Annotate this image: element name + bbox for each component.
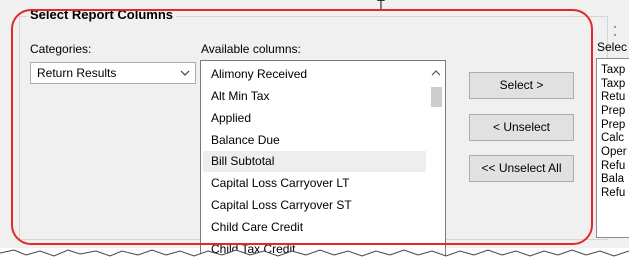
clipped-heading-glyph: T xyxy=(377,0,385,12)
unselect-button[interactable]: < Unselect xyxy=(469,114,574,141)
list-item[interactable]: Refu xyxy=(601,187,625,199)
torn-edge xyxy=(0,249,629,263)
list-item[interactable]: Taxp xyxy=(601,64,625,76)
list-item-selected[interactable]: Bill Subtotal xyxy=(203,151,426,172)
list-item[interactable]: Alt Min Tax xyxy=(203,86,426,107)
select-button[interactable]: Select > xyxy=(469,72,574,99)
list-item[interactable]: Retu xyxy=(601,91,625,103)
report-dialog: T Select Report Columns Categories: Retu… xyxy=(0,0,629,263)
list-item[interactable]: Oper xyxy=(601,146,627,158)
tick-mark xyxy=(614,26,616,28)
available-columns-list[interactable]: Alimony Received Alt Min Tax Applied Bal… xyxy=(200,60,446,263)
list-item[interactable]: Bala xyxy=(601,173,624,185)
categories-label: Categories: xyxy=(30,42,92,56)
categories-dropdown[interactable]: Return Results xyxy=(30,62,196,84)
list-item[interactable]: Capital Loss Carryover ST xyxy=(203,195,426,216)
list-scrollbar[interactable] xyxy=(427,61,445,263)
selected-columns-list[interactable]: Taxp Taxp Retu Prep Prep Calc Oper Refu … xyxy=(596,58,629,238)
selected-columns-label: Selec xyxy=(597,40,628,54)
unselect-all-button[interactable]: << Unselect All xyxy=(469,155,574,182)
scroll-thumb[interactable] xyxy=(431,87,442,107)
tick-mark xyxy=(614,34,616,36)
group-title: Select Report Columns xyxy=(27,7,177,22)
list-item[interactable]: Alimony Received xyxy=(203,64,426,85)
chevron-down-icon xyxy=(180,70,190,76)
list-item[interactable]: Child Care Credit xyxy=(203,217,426,238)
list-item[interactable]: Taxp xyxy=(601,78,625,90)
list-item[interactable]: Balance Due xyxy=(203,130,426,151)
list-item[interactable]: Prep xyxy=(601,119,625,131)
list-item[interactable]: Refu xyxy=(601,160,625,172)
available-columns-label: Available columns: xyxy=(201,42,301,56)
scroll-up-icon[interactable] xyxy=(430,67,442,79)
categories-value: Return Results xyxy=(37,66,117,80)
list-item[interactable]: Prep xyxy=(601,105,625,117)
list-item[interactable]: Applied xyxy=(203,108,426,129)
list-item[interactable]: Calc xyxy=(601,132,624,144)
list-item[interactable]: Capital Loss Carryover LT xyxy=(203,173,426,194)
